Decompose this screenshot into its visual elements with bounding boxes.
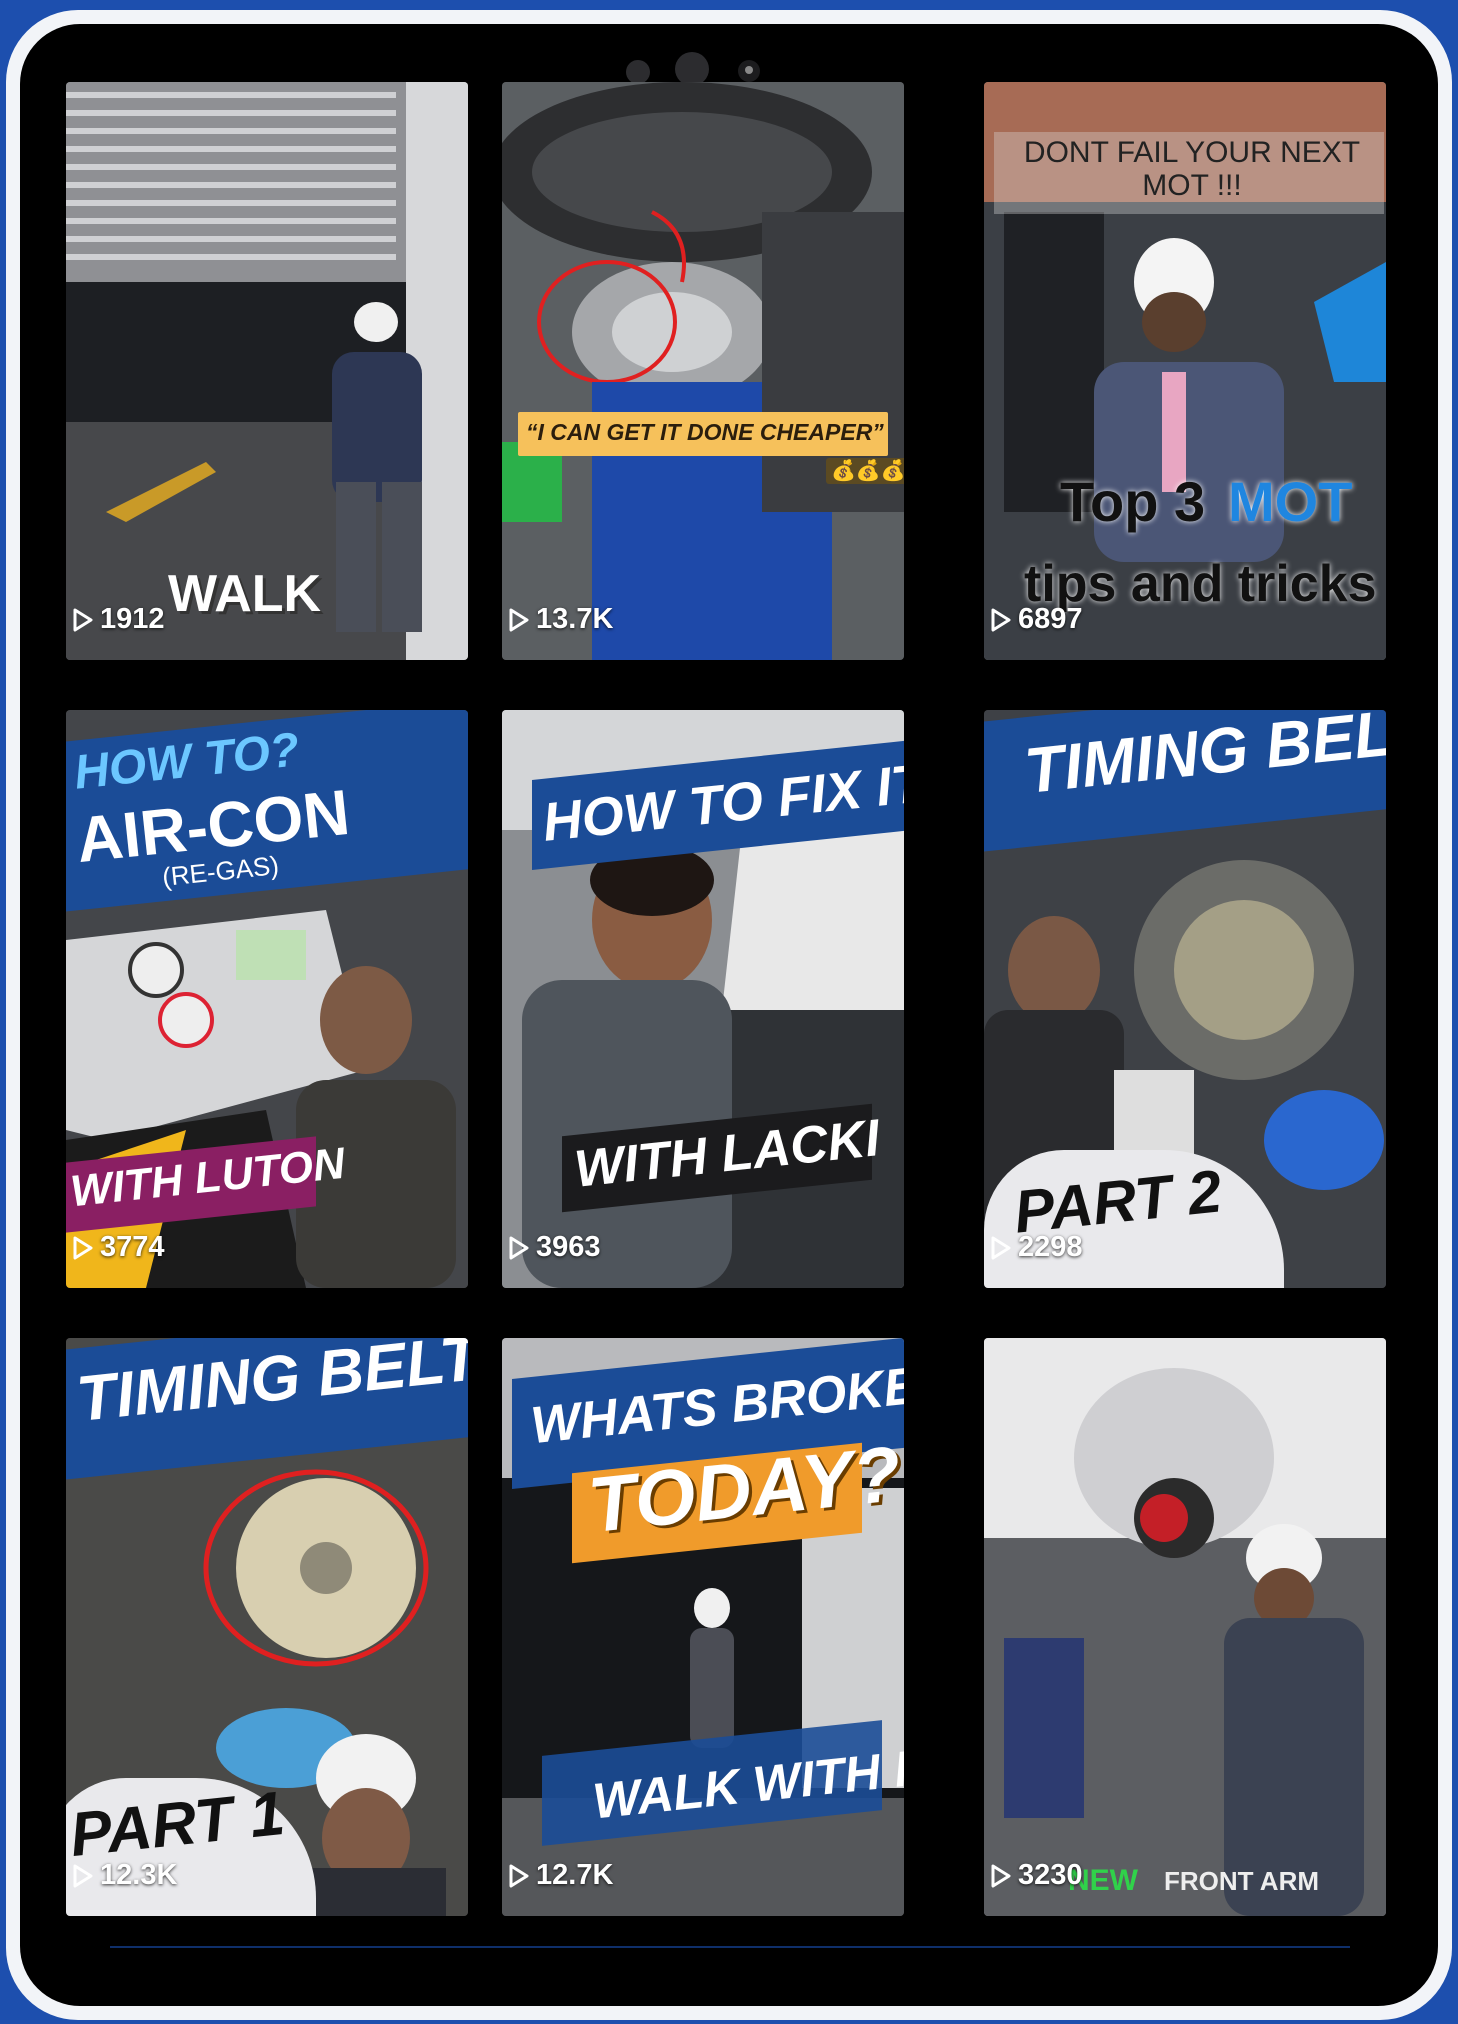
view-count: 3774 [72, 1231, 165, 1264]
play-icon [73, 1864, 93, 1887]
view-count-value: 6897 [1018, 603, 1083, 635]
play-icon [991, 608, 1011, 631]
play-icon [509, 1236, 529, 1259]
view-count-value: 12.3K [100, 1859, 178, 1891]
video-tile[interactable]: TIMING BELT PART 1 12.3K [66, 1338, 468, 1916]
camera-icon [675, 52, 709, 86]
view-count: 12.7K [508, 1859, 613, 1892]
divider [110, 1946, 1350, 1948]
video-grid: WALK 1912 “I CAN GET IT DONE CHEAPER” 💰💰… [66, 82, 1386, 1928]
view-count-value: 2298 [1018, 1231, 1083, 1263]
caption-cheaper: “I CAN GET IT DONE CHEAPER” [526, 419, 884, 445]
view-count-value: 1912 [100, 603, 165, 635]
video-tile[interactable]: HOW TO FIX IT WITH LACKI 3963 [502, 710, 904, 1288]
video-tile[interactable]: NEW FRONT ARM 3230 [984, 1338, 1386, 1916]
view-count-value: 12.7K [536, 1859, 614, 1891]
caption-mot-warning: DONT FAIL YOUR NEXT MOT !!! [1023, 136, 1361, 202]
play-icon [509, 1864, 529, 1887]
caption-front-arm: FRONT ARM [1164, 1866, 1320, 1896]
play-icon [509, 608, 529, 631]
sensor-icon [626, 60, 650, 84]
view-count: 3963 [508, 1231, 601, 1264]
view-count: 1912 [72, 603, 165, 636]
play-icon [991, 1236, 1011, 1259]
video-tile[interactable]: “I CAN GET IT DONE CHEAPER” 💰💰💰 13.7K [502, 82, 904, 660]
caption-walk: WALK [168, 565, 322, 623]
video-tile[interactable]: WALK 1912 [66, 82, 468, 660]
money-emoji: 💰💰💰 [826, 458, 904, 484]
camera-lens-icon [738, 60, 760, 82]
view-count-value: 3230 [1018, 1859, 1083, 1891]
view-count: 13.7K [508, 603, 613, 636]
view-count: 3230 [990, 1859, 1083, 1892]
view-count-value: 13.7K [536, 603, 614, 635]
thumbnail-front-arm [984, 1338, 1386, 1916]
view-count: 2298 [990, 1231, 1083, 1264]
view-count: 12.3K [72, 1859, 177, 1892]
video-tile[interactable]: WHATS BROKEN TODAY? WALK WITH ME! 12.7K [502, 1338, 904, 1916]
caption-mot: MOT [1228, 470, 1353, 533]
video-tile[interactable]: HOW TO? AIR-CON (RE-GAS) WITH LUTON 3774 [66, 710, 468, 1288]
play-icon [73, 1236, 93, 1259]
view-count: 6897 [990, 603, 1083, 636]
thumbnail-tyre-changer [502, 82, 904, 660]
play-icon [991, 1864, 1011, 1887]
play-icon [73, 608, 93, 631]
video-tile[interactable]: DONT FAIL YOUR NEXT MOT !!! Top 3 MOT ti… [984, 82, 1386, 660]
video-tile[interactable]: TIMING BELT PART 2 2298 [984, 710, 1386, 1288]
view-count-value: 3963 [536, 1231, 601, 1263]
caption-top3: Top 3 [1060, 470, 1206, 533]
view-count-value: 3774 [100, 1231, 165, 1263]
